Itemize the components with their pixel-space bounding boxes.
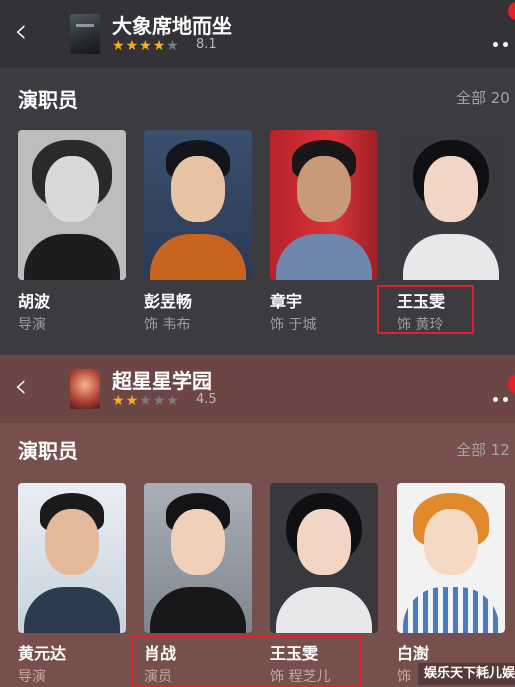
star-icon: ★: [166, 393, 180, 409]
star-icon: ★: [112, 38, 126, 54]
cast-role: 饰 韦布: [144, 317, 191, 333]
cast-photo[interactable]: [270, 130, 378, 280]
cast-photo[interactable]: [397, 130, 505, 280]
movie-detail-screen-1: ‹ 大象席地而坐 ★★★★★ 8.1 演职员 全部 20 胡波 导演 彭昱畅 饰…: [0, 0, 515, 355]
movie-header: ‹ 超星星学园 ★★★★★ 4.5: [0, 355, 515, 423]
movie-detail-screen-2: ‹ 超星星学园 ★★★★★ 4.5 演职员 全部 12 黄元达 导演 肖战 演员: [0, 355, 515, 687]
movie-poster-thumbnail[interactable]: [70, 14, 100, 54]
movie-poster-thumbnail[interactable]: [70, 369, 100, 409]
star-icon: ★: [166, 38, 180, 54]
notification-dot: [508, 2, 515, 20]
cast-photo[interactable]: [144, 130, 252, 280]
cast-role: 饰: [397, 669, 411, 685]
cast-photo[interactable]: [18, 483, 126, 633]
star-icon: ★: [152, 393, 167, 409]
cast-photo[interactable]: [144, 483, 252, 633]
movie-header: ‹ 大象席地而坐 ★★★★★ 8.1: [0, 0, 515, 68]
movie-title: 大象席地而坐: [112, 14, 232, 38]
star-icon: ★: [139, 38, 153, 54]
cast-name: 黄元达: [18, 644, 67, 663]
rating-stars: ★★★★★: [112, 38, 180, 54]
cast-name: 胡波: [18, 292, 51, 311]
cast-role: 导演: [18, 317, 46, 333]
cast-photo[interactable]: [397, 483, 505, 633]
highlight-box: [377, 285, 474, 334]
cast-name: 章宇: [270, 292, 303, 311]
star-icon: ★: [125, 393, 140, 409]
cast-role: 饰 于城: [270, 317, 317, 333]
star-icon: ★: [152, 38, 167, 54]
view-all-cast-link[interactable]: 全部 12: [456, 439, 510, 460]
rating-stars: ★★★★★: [112, 393, 180, 409]
rating-score: 4.5: [196, 392, 217, 407]
cast-photo[interactable]: [270, 483, 378, 633]
cast-section-title: 演职员: [18, 439, 78, 463]
cast-role: 导演: [18, 669, 46, 685]
cast-name: 白澍: [397, 644, 430, 663]
more-dots-icon[interactable]: [493, 32, 515, 47]
cast-photo[interactable]: [18, 130, 126, 280]
watermark-text: 娱乐天下耗儿娱: [418, 663, 515, 685]
rating-score: 8.1: [196, 37, 217, 52]
back-chevron-icon[interactable]: ‹: [14, 14, 44, 50]
star-icon: ★: [125, 38, 140, 54]
cast-section-title: 演职员: [18, 88, 78, 112]
back-chevron-icon[interactable]: ‹: [14, 369, 44, 405]
highlight-box: [132, 635, 362, 687]
movie-title: 超星星学园: [112, 369, 212, 393]
view-all-cast-link[interactable]: 全部 20: [456, 87, 510, 108]
star-icon: ★: [112, 393, 126, 409]
star-icon: ★: [139, 393, 153, 409]
cast-name: 彭昱畅: [144, 292, 193, 311]
